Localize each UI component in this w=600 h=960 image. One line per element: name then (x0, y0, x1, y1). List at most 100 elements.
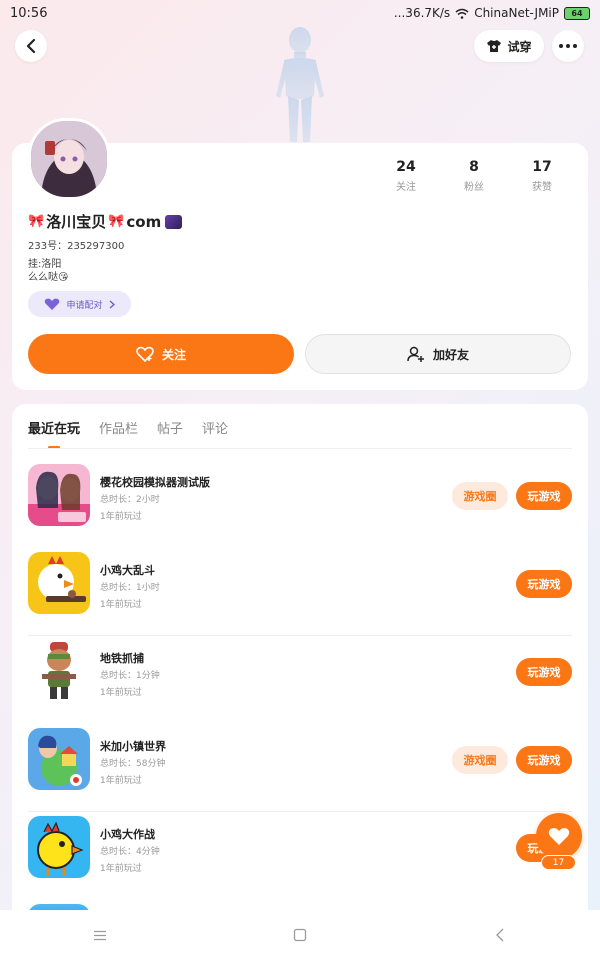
play-game-button[interactable]: 玩游戏 (516, 570, 572, 598)
game-duration: 总时长：4分钟 (100, 847, 160, 857)
add-friend-button[interactable]: 加好友 (305, 334, 571, 374)
game-last-played: 1年前玩过 (100, 600, 142, 610)
game-name: 小鸡大作战 (100, 828, 155, 841)
bio-line: 挂:洛阳 (28, 259, 62, 270)
follow-button[interactable]: 关注 (28, 334, 294, 374)
back-triangle-icon (496, 928, 504, 942)
stat-following[interactable]: 24 关注 (372, 159, 440, 193)
home-square-icon (293, 928, 307, 942)
bio: 挂:洛阳 么么哒😘 (28, 258, 68, 284)
game-name: 小鸡大乱斗 (100, 564, 155, 577)
game-last-played: 1年前玩过 (100, 864, 142, 874)
bow-emoji: 🎀 (28, 214, 45, 229)
shirt-icon (487, 40, 502, 52)
list-item[interactable]: 小鸡大作战 总时长：4分钟 1年前玩过 玩游戏 (28, 812, 572, 900)
user-id: 233号：235297300 (28, 241, 125, 252)
stat-likes[interactable]: 17 获赞 (508, 159, 576, 193)
stat-label: 获赞 (532, 182, 552, 193)
tab-comments[interactable]: 评论 (202, 418, 228, 437)
tab-recently-played[interactable]: 最近在玩 (28, 418, 80, 449)
stat-value: 24 (396, 159, 416, 175)
list-item[interactable]: 樱花校园模拟器测试版 总时长：2小时 1年前玩过 游戏圈 玩游戏 (28, 460, 572, 548)
add-user-icon (407, 346, 424, 362)
username-tail: com (126, 212, 162, 231)
more-icon (559, 44, 577, 48)
menu-icon (94, 930, 106, 940)
try-on-label: 试穿 (507, 39, 532, 54)
stat-fans[interactable]: 8 粉丝 (440, 159, 508, 193)
game-circle-button[interactable]: 游戏圈 (452, 482, 508, 510)
game-last-played: 1年前玩过 (100, 776, 142, 786)
wifi-name: ChinaNet-JMiP (474, 6, 559, 20)
heart-plus-icon (136, 346, 154, 362)
system-nav-bar (0, 910, 600, 960)
back-nav-button[interactable] (480, 915, 520, 955)
stats-row: 24 关注 8 粉丝 17 获赞 (372, 159, 576, 193)
status-indicators: ...36.7K/s ChinaNet-JMiP 64 (394, 6, 590, 20)
list-item[interactable]: 米加小镇世界 总时长：58分钟 1年前玩过 游戏圈 玩游戏 (28, 724, 572, 812)
game-circle-button[interactable]: 游戏圈 (452, 746, 508, 774)
stat-label: 关注 (396, 182, 416, 193)
chevron-right-icon (109, 300, 115, 308)
status-time: 10:56 (10, 5, 48, 21)
game-name: 米加小镇世界 (100, 740, 166, 753)
game-icon-image (28, 640, 90, 702)
game-last-played: 1年前玩过 (100, 688, 142, 698)
game-duration: 总时长：1分钟 (100, 671, 160, 681)
game-duration: 总时长：1小时 (100, 583, 160, 593)
heart-icon (45, 298, 60, 310)
game-icon-image (28, 464, 90, 526)
apply-pair-button[interactable]: 申请配对 (28, 291, 131, 317)
bow-emoji: 🎀 (108, 214, 125, 229)
game-icon-sakura[interactable] (28, 464, 90, 526)
stat-label: 粉丝 (464, 182, 484, 193)
stat-value: 8 (469, 159, 479, 175)
list-item[interactable]: 地铁抓捕 总时长：1分钟 1年前玩过 玩游戏 (28, 636, 572, 724)
heart-icon (548, 827, 570, 845)
play-game-button[interactable]: 玩游戏 (516, 746, 572, 774)
status-bar: 10:56 ...36.7K/s ChinaNet-JMiP 64 (0, 0, 600, 26)
game-duration: 总时长：58分钟 (100, 759, 166, 769)
tab-posts[interactable]: 帖子 (157, 418, 183, 437)
more-button[interactable] (552, 30, 584, 62)
top-bar: 试穿 (0, 30, 600, 64)
game-list: 樱花校园模拟器测试版 总时长：2小时 1年前玩过 游戏圈 玩游戏 小鸡大乱斗 总 (28, 460, 572, 900)
game-duration: 总时长：2小时 (100, 495, 160, 505)
add-friend-label: 加好友 (432, 347, 469, 362)
game-icon-subway-catch[interactable] (28, 640, 90, 702)
game-icon-image (28, 816, 90, 878)
follow-label: 关注 (161, 347, 186, 362)
tab-works[interactable]: 作品栏 (99, 418, 138, 437)
tab-bar: 最近在玩 作品栏 帖子 评论 (28, 418, 228, 449)
game-icon-chicken-brawl[interactable] (28, 552, 90, 614)
avatar-image (31, 121, 107, 197)
battery-level: 64 (571, 8, 583, 18)
play-game-button[interactable]: 玩游戏 (516, 658, 572, 686)
like-floating-button[interactable] (536, 813, 582, 859)
chevron-left-icon (26, 39, 36, 53)
game-icon-chicken-battle[interactable] (28, 816, 90, 878)
game-name: 地铁抓捕 (100, 652, 144, 665)
avatar[interactable] (28, 118, 110, 200)
badge-icon (165, 214, 183, 229)
network-speed: ...36.7K/s (393, 6, 451, 20)
list-item[interactable]: 小鸡大乱斗 总时长：1小时 1年前玩过 玩游戏 (28, 548, 572, 636)
home-nav-button[interactable] (280, 915, 320, 955)
apply-pair-label: 申请配对 (66, 300, 103, 311)
battery-icon: 64 (564, 6, 590, 20)
try-on-button[interactable]: 试穿 (474, 30, 544, 62)
back-button[interactable] (15, 30, 47, 62)
game-icon-image (28, 552, 90, 614)
stat-value: 17 (532, 159, 552, 175)
games-card: 最近在玩 作品栏 帖子 评论 樱花校园模拟器测试版 总时长：2小时 1年前玩过 (12, 404, 588, 924)
like-count-badge: 17 (541, 855, 576, 870)
divider (28, 448, 572, 449)
username-main: 洛川宝贝 (46, 213, 107, 231)
game-name: 樱花校园模拟器测试版 (100, 476, 210, 489)
game-icon-image (28, 728, 90, 790)
bio-line: 么么哒😘 (28, 272, 69, 283)
username: 🎀 洛川宝贝 🎀 com (28, 211, 183, 232)
menu-nav-button[interactable] (80, 915, 120, 955)
game-icon-miga-town[interactable] (28, 728, 90, 790)
play-game-button[interactable]: 玩游戏 (516, 482, 572, 510)
